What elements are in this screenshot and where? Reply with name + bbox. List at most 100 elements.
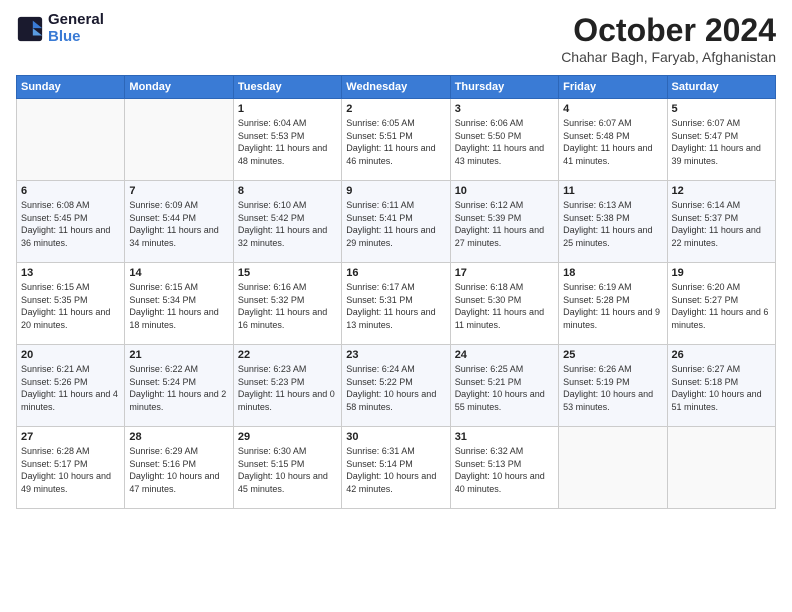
day-number: 21 [129, 349, 228, 361]
day-number: 20 [21, 349, 120, 361]
day-number: 15 [238, 267, 337, 279]
main-title: October 2024 [561, 12, 776, 49]
day-info: Sunrise: 6:15 AMSunset: 5:35 PMDaylight:… [21, 281, 120, 331]
calendar-cell: 31 Sunrise: 6:32 AMSunset: 5:13 PMDaylig… [450, 427, 558, 509]
calendar-cell: 14 Sunrise: 6:15 AMSunset: 5:34 PMDaylig… [125, 263, 233, 345]
week-row-3: 20 Sunrise: 6:21 AMSunset: 5:26 PMDaylig… [17, 345, 776, 427]
calendar-cell: 5 Sunrise: 6:07 AMSunset: 5:47 PMDayligh… [667, 99, 775, 181]
day-info: Sunrise: 6:24 AMSunset: 5:22 PMDaylight:… [346, 363, 445, 413]
day-info: Sunrise: 6:30 AMSunset: 5:15 PMDaylight:… [238, 445, 337, 495]
day-number: 28 [129, 431, 228, 443]
day-info: Sunrise: 6:12 AMSunset: 5:39 PMDaylight:… [455, 199, 554, 249]
day-info: Sunrise: 6:29 AMSunset: 5:16 PMDaylight:… [129, 445, 228, 495]
day-info: Sunrise: 6:18 AMSunset: 5:30 PMDaylight:… [455, 281, 554, 331]
header-day-friday: Friday [559, 76, 667, 99]
calendar-cell: 24 Sunrise: 6:25 AMSunset: 5:21 PMDaylig… [450, 345, 558, 427]
calendar-cell: 12 Sunrise: 6:14 AMSunset: 5:37 PMDaylig… [667, 181, 775, 263]
day-info: Sunrise: 6:27 AMSunset: 5:18 PMDaylight:… [672, 363, 771, 413]
logo-line1: General [48, 12, 104, 29]
day-info: Sunrise: 6:04 AMSunset: 5:53 PMDaylight:… [238, 117, 337, 167]
day-number: 23 [346, 349, 445, 361]
day-info: Sunrise: 6:32 AMSunset: 5:13 PMDaylight:… [455, 445, 554, 495]
calendar-cell: 1 Sunrise: 6:04 AMSunset: 5:53 PMDayligh… [233, 99, 341, 181]
calendar-cell: 29 Sunrise: 6:30 AMSunset: 5:15 PMDaylig… [233, 427, 341, 509]
calendar-cell: 25 Sunrise: 6:26 AMSunset: 5:19 PMDaylig… [559, 345, 667, 427]
day-number: 4 [563, 103, 662, 115]
day-info: Sunrise: 6:07 AMSunset: 5:47 PMDaylight:… [672, 117, 771, 167]
page: General Blue October 2024 Chahar Bagh, F… [0, 0, 792, 612]
calendar-cell: 26 Sunrise: 6:27 AMSunset: 5:18 PMDaylig… [667, 345, 775, 427]
day-info: Sunrise: 6:16 AMSunset: 5:32 PMDaylight:… [238, 281, 337, 331]
day-info: Sunrise: 6:23 AMSunset: 5:23 PMDaylight:… [238, 363, 337, 413]
calendar-cell: 22 Sunrise: 6:23 AMSunset: 5:23 PMDaylig… [233, 345, 341, 427]
logo-icon [16, 15, 44, 43]
day-info: Sunrise: 6:10 AMSunset: 5:42 PMDaylight:… [238, 199, 337, 249]
day-info: Sunrise: 6:17 AMSunset: 5:31 PMDaylight:… [346, 281, 445, 331]
week-row-4: 27 Sunrise: 6:28 AMSunset: 5:17 PMDaylig… [17, 427, 776, 509]
header-day-sunday: Sunday [17, 76, 125, 99]
calendar-cell: 10 Sunrise: 6:12 AMSunset: 5:39 PMDaylig… [450, 181, 558, 263]
day-info: Sunrise: 6:28 AMSunset: 5:17 PMDaylight:… [21, 445, 120, 495]
day-number: 18 [563, 267, 662, 279]
day-number: 1 [238, 103, 337, 115]
calendar-cell: 7 Sunrise: 6:09 AMSunset: 5:44 PMDayligh… [125, 181, 233, 263]
calendar-cell: 30 Sunrise: 6:31 AMSunset: 5:14 PMDaylig… [342, 427, 450, 509]
day-number: 31 [455, 431, 554, 443]
calendar-cell [559, 427, 667, 509]
day-number: 30 [346, 431, 445, 443]
day-info: Sunrise: 6:06 AMSunset: 5:50 PMDaylight:… [455, 117, 554, 167]
day-number: 17 [455, 267, 554, 279]
day-info: Sunrise: 6:14 AMSunset: 5:37 PMDaylight:… [672, 199, 771, 249]
calendar-cell: 23 Sunrise: 6:24 AMSunset: 5:22 PMDaylig… [342, 345, 450, 427]
week-row-1: 6 Sunrise: 6:08 AMSunset: 5:45 PMDayligh… [17, 181, 776, 263]
day-info: Sunrise: 6:25 AMSunset: 5:21 PMDaylight:… [455, 363, 554, 413]
day-info: Sunrise: 6:22 AMSunset: 5:24 PMDaylight:… [129, 363, 228, 413]
header-day-thursday: Thursday [450, 76, 558, 99]
calendar-cell: 20 Sunrise: 6:21 AMSunset: 5:26 PMDaylig… [17, 345, 125, 427]
day-number: 10 [455, 185, 554, 197]
day-info: Sunrise: 6:07 AMSunset: 5:48 PMDaylight:… [563, 117, 662, 167]
day-number: 14 [129, 267, 228, 279]
week-row-2: 13 Sunrise: 6:15 AMSunset: 5:35 PMDaylig… [17, 263, 776, 345]
day-info: Sunrise: 6:15 AMSunset: 5:34 PMDaylight:… [129, 281, 228, 331]
calendar-cell: 11 Sunrise: 6:13 AMSunset: 5:38 PMDaylig… [559, 181, 667, 263]
day-number: 7 [129, 185, 228, 197]
day-info: Sunrise: 6:19 AMSunset: 5:28 PMDaylight:… [563, 281, 662, 331]
title-block: October 2024 Chahar Bagh, Faryab, Afghan… [561, 12, 776, 65]
day-number: 11 [563, 185, 662, 197]
calendar-cell: 6 Sunrise: 6:08 AMSunset: 5:45 PMDayligh… [17, 181, 125, 263]
day-number: 26 [672, 349, 771, 361]
day-number: 8 [238, 185, 337, 197]
day-number: 16 [346, 267, 445, 279]
day-number: 3 [455, 103, 554, 115]
subtitle: Chahar Bagh, Faryab, Afghanistan [561, 49, 776, 65]
day-info: Sunrise: 6:09 AMSunset: 5:44 PMDaylight:… [129, 199, 228, 249]
header-row: SundayMondayTuesdayWednesdayThursdayFrid… [17, 76, 776, 99]
calendar-cell: 21 Sunrise: 6:22 AMSunset: 5:24 PMDaylig… [125, 345, 233, 427]
day-number: 19 [672, 267, 771, 279]
header-day-saturday: Saturday [667, 76, 775, 99]
day-number: 29 [238, 431, 337, 443]
calendar-cell: 8 Sunrise: 6:10 AMSunset: 5:42 PMDayligh… [233, 181, 341, 263]
calendar-cell: 27 Sunrise: 6:28 AMSunset: 5:17 PMDaylig… [17, 427, 125, 509]
header-day-tuesday: Tuesday [233, 76, 341, 99]
logo: General Blue [16, 12, 104, 45]
calendar-cell: 16 Sunrise: 6:17 AMSunset: 5:31 PMDaylig… [342, 263, 450, 345]
day-info: Sunrise: 6:21 AMSunset: 5:26 PMDaylight:… [21, 363, 120, 413]
day-number: 6 [21, 185, 120, 197]
calendar-cell: 4 Sunrise: 6:07 AMSunset: 5:48 PMDayligh… [559, 99, 667, 181]
calendar-cell [125, 99, 233, 181]
calendar-table: SundayMondayTuesdayWednesdayThursdayFrid… [16, 75, 776, 509]
calendar-cell [667, 427, 775, 509]
day-info: Sunrise: 6:11 AMSunset: 5:41 PMDaylight:… [346, 199, 445, 249]
day-number: 2 [346, 103, 445, 115]
calendar-cell: 19 Sunrise: 6:20 AMSunset: 5:27 PMDaylig… [667, 263, 775, 345]
calendar-cell: 28 Sunrise: 6:29 AMSunset: 5:16 PMDaylig… [125, 427, 233, 509]
day-info: Sunrise: 6:05 AMSunset: 5:51 PMDaylight:… [346, 117, 445, 167]
day-info: Sunrise: 6:20 AMSunset: 5:27 PMDaylight:… [672, 281, 771, 331]
calendar-cell: 2 Sunrise: 6:05 AMSunset: 5:51 PMDayligh… [342, 99, 450, 181]
day-number: 12 [672, 185, 771, 197]
day-info: Sunrise: 6:08 AMSunset: 5:45 PMDaylight:… [21, 199, 120, 249]
day-number: 24 [455, 349, 554, 361]
week-row-0: 1 Sunrise: 6:04 AMSunset: 5:53 PMDayligh… [17, 99, 776, 181]
